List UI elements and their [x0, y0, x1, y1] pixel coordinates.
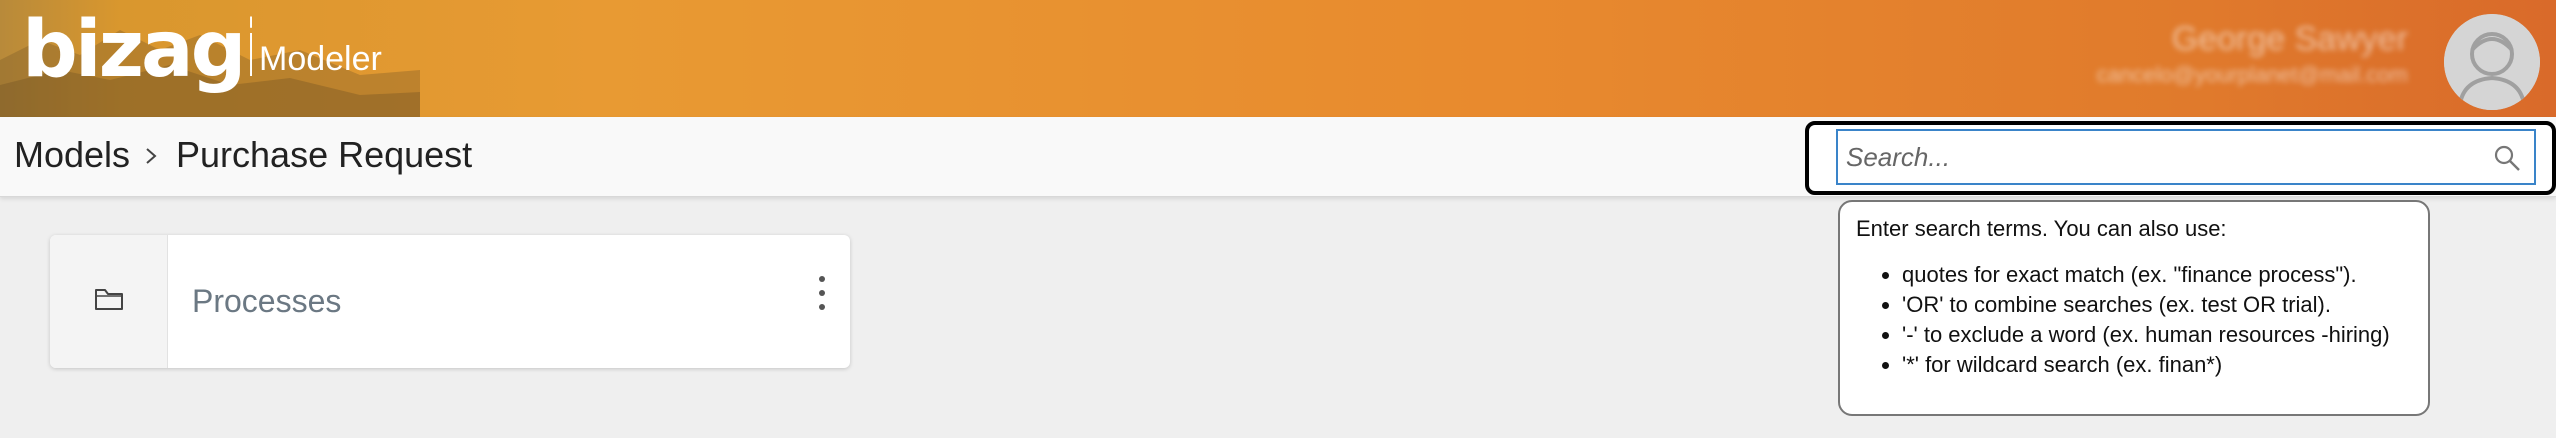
card-title[interactable]: Processes [192, 283, 341, 320]
search-help-item: '*' for wildcard search (ex. finan*) [1902, 350, 2412, 380]
breadcrumb-item-models[interactable]: Models [14, 134, 130, 176]
search-help-list: quotes for exact match (ex. "finance pro… [1856, 260, 2412, 380]
folder-icon [95, 289, 123, 310]
search-help-intro: Enter search terms. You can also use: [1856, 216, 2227, 241]
card-icon-area [50, 235, 168, 368]
search-input[interactable] [1846, 135, 2466, 179]
user-email: cancelo@yourplanet@mail.com [2096, 62, 2408, 87]
search-help-tooltip: Enter search terms. You can also use: qu… [1838, 200, 2430, 416]
chevron-right-icon [146, 148, 157, 164]
avatar[interactable] [2444, 14, 2540, 110]
search-help-item: '-' to exclude a word (ex. human resourc… [1902, 320, 2412, 350]
search-box[interactable] [1836, 129, 2536, 185]
more-vertical-icon[interactable] [814, 273, 830, 313]
search-icon[interactable] [2492, 143, 2522, 173]
search-help-item: quotes for exact match (ex. "finance pro… [1902, 260, 2412, 290]
app-header: bizagi Modeler George Sawyer cancelo@you… [0, 0, 2556, 117]
svg-text:bizagi: bizagi [22, 5, 252, 95]
breadcrumb-item-current: Purchase Request [176, 134, 473, 175]
search-help-item: 'OR' to combine searches (ex. test OR tr… [1902, 290, 2412, 320]
user-name[interactable]: George Sawyer [2172, 20, 2408, 59]
user-avatar-icon [2444, 14, 2540, 110]
bizagi-logo[interactable]: bizagi [22, 4, 252, 104]
product-name: Modeler [259, 40, 382, 78]
processes-card[interactable]: Processes [50, 235, 850, 368]
